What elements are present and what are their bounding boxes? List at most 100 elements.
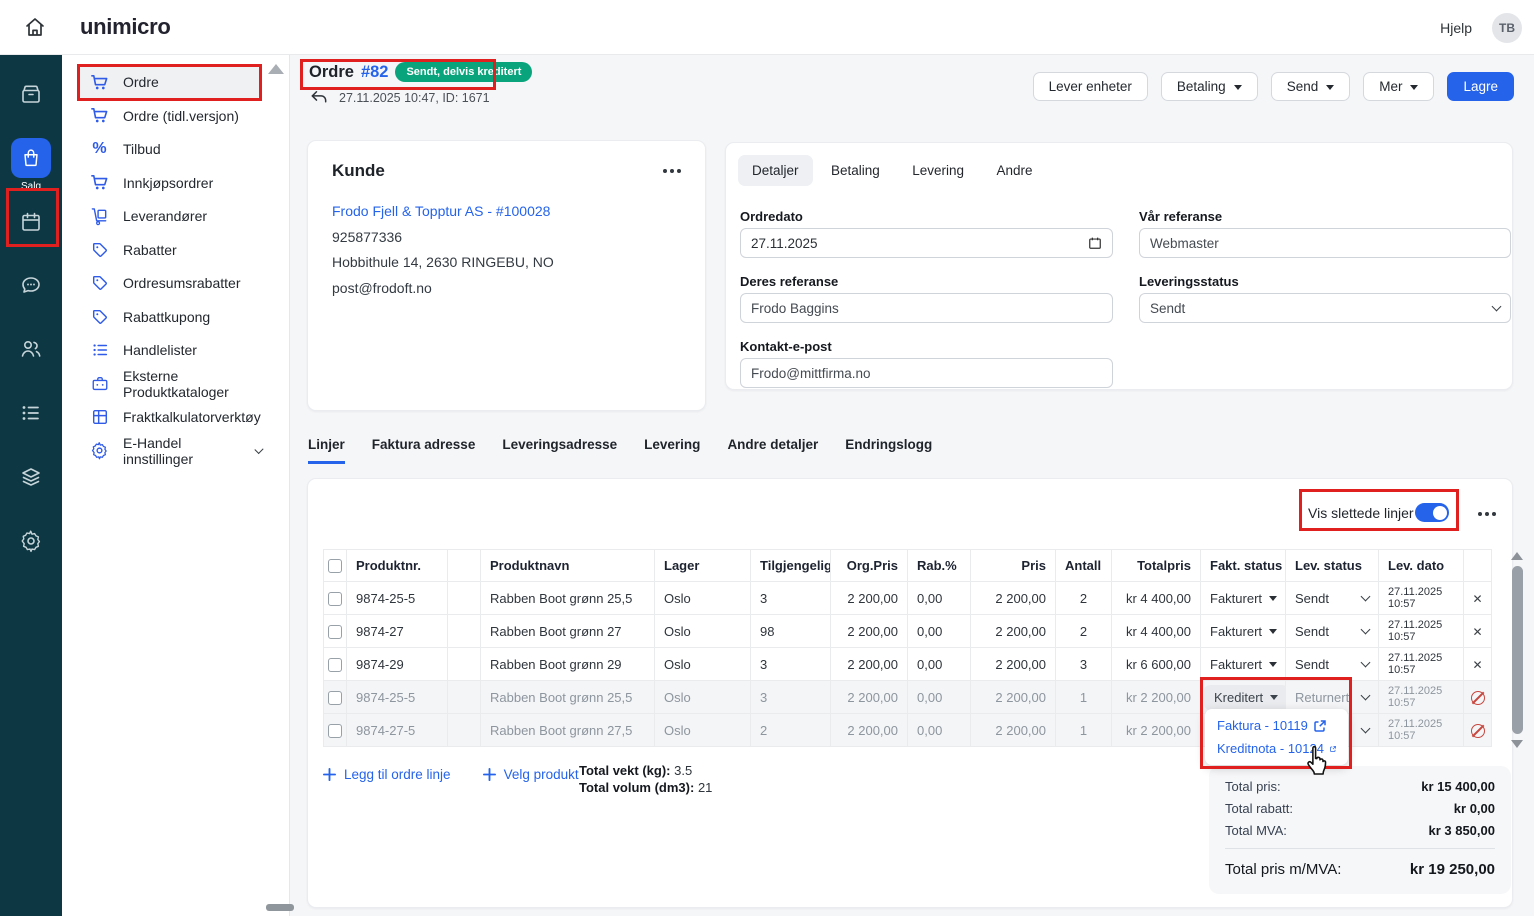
- caret-down-icon: [1269, 662, 1277, 667]
- sidebar-item-fraktkalkulatorverktoy[interactable]: Fraktkalkulatorverktøy: [77, 401, 262, 435]
- delete-line-button[interactable]: [1472, 658, 1482, 672]
- sidebar-item-innkjopsordrer[interactable]: Innkjøpsordrer: [77, 166, 262, 200]
- contacts-icon[interactable]: [19, 337, 43, 361]
- customer-name-link[interactable]: Frodo Fjell & Topptur AS - #100028: [332, 203, 550, 219]
- choose-product-button[interactable]: Velg produkt: [483, 767, 579, 782]
- col-tilgjengelig[interactable]: Tilgjengelig: [751, 550, 831, 582]
- sales-nav-active[interactable]: [11, 138, 51, 178]
- row-checkbox[interactable]: [328, 691, 342, 705]
- col-lev-dato[interactable]: Lev. dato: [1379, 550, 1464, 582]
- home-icon[interactable]: [23, 15, 47, 39]
- sidebar-item-ordresumsrabatter[interactable]: Ordresumsrabatter: [77, 267, 262, 301]
- delete-line-button[interactable]: [1472, 592, 1482, 606]
- col-produktnr[interactable]: Produktnr.: [347, 550, 448, 582]
- table-scrollbar[interactable]: [1508, 550, 1526, 762]
- lev-status-select[interactable]: Returnert: [1295, 690, 1369, 705]
- col-rab[interactable]: Rab.%: [908, 550, 971, 582]
- sidebar-item-ordre[interactable]: Ordre: [77, 66, 262, 100]
- menu-scrollbar-thumb[interactable]: [266, 904, 294, 911]
- tab-andre-detaljer[interactable]: Andre detaljer: [727, 437, 818, 464]
- leveringsstatus-select[interactable]: Sendt: [1139, 293, 1511, 323]
- tab-detaljer[interactable]: Detaljer: [738, 155, 813, 186]
- col-totalpris[interactable]: Totalpris: [1112, 550, 1201, 582]
- col-lev-status[interactable]: Lev. status: [1286, 550, 1379, 582]
- order-lines-panel: Vis slettede linjer Produktnr. Produktna…: [307, 478, 1513, 908]
- calendar-icon[interactable]: [19, 210, 43, 234]
- details-tabs: Detaljer Betaling Levering Andre: [738, 155, 1047, 186]
- rail-active-label: Salg: [0, 181, 62, 192]
- caret-down-icon: [1269, 629, 1277, 634]
- ordredato-input[interactable]: 27.11.2025: [740, 228, 1113, 258]
- kontakt-epost-input[interactable]: Frodo@mittfirma.no: [740, 358, 1113, 388]
- payment-dropdown-button[interactable]: Betaling: [1161, 72, 1258, 101]
- sidebar-item-label: Ordre: [123, 74, 159, 90]
- show-deleted-label: Vis slettede linjer: [1308, 505, 1414, 521]
- sidebar-item-ehandel-innstillinger[interactable]: E-Handel innstillinger: [77, 434, 262, 468]
- scrollbar-thumb[interactable]: [1512, 566, 1523, 734]
- sidebar-item-leverandorer[interactable]: Leverandører: [77, 200, 262, 234]
- kreditert-status-dropdown-open[interactable]: Kreditert: [1204, 685, 1286, 710]
- back-arrow-icon[interactable]: [309, 88, 329, 108]
- row-checkbox[interactable]: [328, 658, 342, 672]
- var-referanse-input[interactable]: Webmaster: [1139, 228, 1511, 258]
- tasks-list-icon[interactable]: [19, 401, 43, 425]
- row-checkbox[interactable]: [328, 724, 342, 738]
- chat-icon[interactable]: [19, 273, 43, 297]
- fakt-status-dropdown[interactable]: Fakturert: [1210, 657, 1277, 672]
- invoice-link[interactable]: Faktura - 10119: [1217, 718, 1336, 733]
- tab-faktura-adresse[interactable]: Faktura adresse: [372, 437, 476, 464]
- more-dropdown-button[interactable]: Mer: [1363, 72, 1434, 101]
- avatar[interactable]: TB: [1492, 13, 1522, 43]
- deliver-units-button[interactable]: Lever enheter: [1033, 72, 1148, 101]
- caret-down-icon: [1326, 85, 1334, 90]
- fakt-status-dropdown[interactable]: Fakturert: [1210, 624, 1277, 639]
- customer-card: Kunde Frodo Fjell & Topptur AS - #100028…: [307, 140, 706, 411]
- sidebar-item-rabatter[interactable]: Rabatter: [77, 233, 262, 267]
- sidebar-item-rabattkupong[interactable]: Rabattkupong: [77, 300, 262, 334]
- show-deleted-toggle[interactable]: [1415, 503, 1449, 522]
- delete-line-button[interactable]: [1472, 625, 1482, 639]
- col-fakt-status[interactable]: Fakt. status: [1201, 550, 1286, 582]
- scroll-up-icon[interactable]: [1511, 552, 1523, 560]
- tab-linjer[interactable]: Linjer: [308, 437, 345, 464]
- col-antall[interactable]: Antall: [1056, 550, 1112, 582]
- select-all-checkbox[interactable]: [328, 559, 342, 573]
- order-number[interactable]: #82: [361, 63, 389, 82]
- customer-more-menu[interactable]: [663, 169, 681, 173]
- sidebar-item-handlelister[interactable]: Handlelister: [77, 334, 262, 368]
- tab-levering[interactable]: Levering: [898, 155, 978, 186]
- sidebar-item-ordre-tidl[interactable]: Ordre (tidl.versjon): [77, 99, 262, 133]
- fakt-status-dropdown[interactable]: Fakturert: [1210, 591, 1277, 606]
- blocked-icon: [1471, 691, 1485, 705]
- tab-andre[interactable]: Andre: [982, 155, 1046, 186]
- archive-icon[interactable]: [19, 82, 43, 106]
- settings-gear-icon[interactable]: [19, 529, 43, 553]
- deres-referanse-input[interactable]: Frodo Baggins: [740, 293, 1113, 323]
- menu-scroll-up-icon[interactable]: [268, 64, 284, 74]
- layers-icon[interactable]: [19, 465, 43, 489]
- sales-menu-panel: Ordre Ordre (tidl.versjon) Tilbud Innkjø…: [62, 55, 290, 916]
- send-dropdown-button[interactable]: Send: [1271, 72, 1351, 101]
- lev-status-select[interactable]: Sendt: [1295, 624, 1369, 639]
- sidebar-item-tilbud[interactable]: Tilbud: [77, 133, 262, 167]
- col-orgpris[interactable]: Org.Pris: [831, 550, 908, 582]
- save-button[interactable]: Lagre: [1447, 72, 1514, 101]
- lev-status-select[interactable]: Sendt: [1295, 657, 1369, 672]
- creditnote-link[interactable]: Kreditnota - 10124: [1217, 741, 1336, 756]
- help-link[interactable]: Hjelp: [1440, 20, 1472, 36]
- lev-status-select[interactable]: Sendt: [1295, 591, 1369, 606]
- col-pris[interactable]: Pris: [971, 550, 1056, 582]
- tab-endringslogg[interactable]: Endringslogg: [845, 437, 932, 464]
- lines-more-menu[interactable]: [1478, 512, 1496, 516]
- col-produktnavn[interactable]: Produktnavn: [481, 550, 655, 582]
- add-order-line-button[interactable]: Legg til ordre linje: [323, 767, 451, 782]
- row-checkbox[interactable]: [328, 592, 342, 606]
- tab-betaling[interactable]: Betaling: [817, 155, 894, 186]
- row-checkbox[interactable]: [328, 625, 342, 639]
- sidebar-item-eksterne-produktkataloger[interactable]: Eksterne Produktkataloger: [77, 367, 262, 401]
- calendar-icon[interactable]: [1088, 236, 1102, 250]
- scroll-down-icon[interactable]: [1511, 740, 1523, 748]
- tab-levering[interactable]: Levering: [644, 437, 700, 464]
- tab-leveringsadresse[interactable]: Leveringsadresse: [502, 437, 617, 464]
- col-lager[interactable]: Lager: [655, 550, 751, 582]
